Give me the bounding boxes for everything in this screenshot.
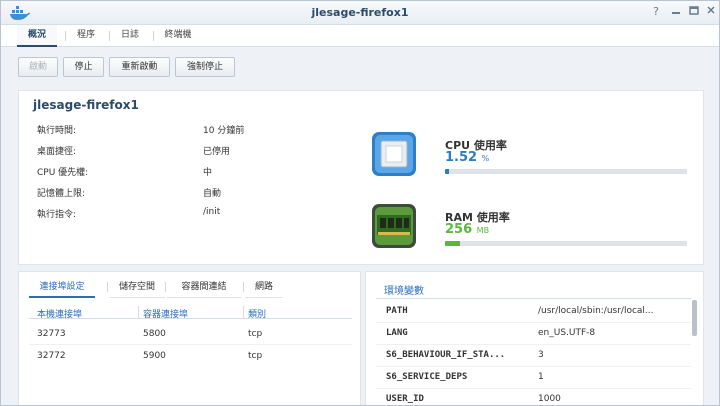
- main-tabs: 概況 程序 日誌 終端機: [1, 25, 719, 47]
- restart-button[interactable]: 重新啟動: [109, 57, 170, 77]
- container-port-cell: 5800: [143, 329, 166, 339]
- overview-panel: jlesage-firefox1 執行時間: 10 分鐘前 桌面捷徑: 已停用 …: [18, 90, 704, 265]
- env-value: 3: [538, 350, 544, 360]
- tab-port-settings[interactable]: 連接埠設定: [29, 276, 95, 298]
- env-value: /usr/local/sbin:/usr/local...: [538, 306, 654, 316]
- cpu-priority-value: 中: [203, 168, 213, 178]
- column-divider: [138, 306, 139, 319]
- env-key: S6_BEHAVIOUR_IF_STA...: [386, 350, 506, 360]
- minimize-icon[interactable]: [669, 5, 683, 19]
- port-settings-panel: 連接埠設定 儲存空間 容器間連結 網路 本機連接埠 容器連接埠 類別 32773…: [18, 271, 361, 405]
- type-cell: tcp: [248, 329, 263, 339]
- row-divider: [29, 344, 352, 345]
- cpu-usage-bar-fill: [445, 169, 449, 174]
- tab-divider: [109, 31, 110, 41]
- window-title: jlesage-firefox1: [311, 6, 409, 19]
- env-value: 1: [538, 372, 544, 382]
- tab-divider: [107, 282, 108, 292]
- tab-container-links[interactable]: 容器間連結: [167, 276, 241, 298]
- local-port-cell: 32772: [37, 351, 66, 361]
- desktop-shortcut-label: 桌面捷徑:: [37, 147, 77, 157]
- env-key: USER_ID: [386, 394, 424, 404]
- cpu-usage-value: 1.52 %: [445, 150, 490, 165]
- desktop-shortcut-value: 已停用: [203, 147, 231, 157]
- ram-module-icon: [372, 204, 416, 248]
- header-divider: [29, 318, 352, 319]
- cpu-usage-bar: [445, 169, 687, 174]
- memory-limit-label: 記憶體上限:: [37, 189, 86, 199]
- action-toolbar: 啟動 停止 重新啟動 強制停止: [1, 48, 719, 86]
- env-panel-title: 環境變數: [384, 286, 424, 297]
- container-detail-window: jlesage-firefox1 ? 概況 程序 日誌 終端機 啟動 停止 重新…: [0, 0, 720, 406]
- tab-terminal[interactable]: 終端機: [155, 25, 201, 47]
- row-divider: [376, 388, 691, 389]
- uptime-value: 10 分鐘前: [203, 126, 245, 136]
- uptime-label: 執行時間:: [37, 126, 77, 136]
- tab-logs[interactable]: 日誌: [111, 25, 149, 47]
- container-port-cell: 5900: [143, 351, 166, 361]
- env-key: PATH: [386, 306, 408, 316]
- tab-network[interactable]: 網路: [245, 276, 283, 298]
- help-icon[interactable]: ?: [649, 5, 663, 19]
- maximize-icon[interactable]: [687, 5, 701, 19]
- tab-divider: [243, 282, 244, 292]
- ram-usage-value: 256 MB: [445, 222, 490, 237]
- network-subtabs: 連接埠設定 儲存空間 容器間連結 網路: [19, 276, 360, 298]
- force-stop-button[interactable]: 強制停止: [175, 57, 235, 77]
- local-port-cell: 32773: [37, 329, 66, 339]
- container-name: jlesage-firefox1: [33, 98, 139, 112]
- command-label: 執行指令:: [37, 210, 77, 220]
- row-divider: [376, 344, 691, 345]
- command-value: /init: [203, 207, 221, 217]
- environment-variables-panel: 環境變數 PATH /usr/local/sbin:/usr/local... …: [365, 271, 704, 405]
- stop-button[interactable]: 停止: [63, 57, 104, 77]
- cpu-chip-icon: [372, 132, 416, 176]
- env-scrollbar[interactable]: [692, 300, 697, 336]
- tab-overview[interactable]: 概況: [17, 25, 57, 47]
- type-cell: tcp: [248, 351, 263, 361]
- memory-limit-value: 自動: [203, 189, 222, 199]
- ram-usage-bar-fill: [445, 241, 460, 246]
- env-key: LANG: [386, 328, 408, 338]
- tab-divider: [153, 31, 154, 41]
- title-bar[interactable]: jlesage-firefox1 ?: [1, 1, 719, 25]
- tab-divider: [65, 31, 66, 41]
- column-divider: [243, 306, 244, 319]
- tab-storage[interactable]: 儲存空間: [109, 276, 165, 298]
- env-value: 1000: [538, 394, 561, 404]
- row-divider: [376, 322, 691, 323]
- row-divider: [376, 366, 691, 367]
- env-key: S6_SERVICE_DEPS: [386, 372, 468, 382]
- tab-divider: [165, 282, 166, 292]
- env-title-divider: [376, 298, 691, 299]
- cpu-priority-label: CPU 優先權:: [37, 168, 89, 178]
- close-icon[interactable]: [704, 5, 718, 19]
- tab-processes[interactable]: 程序: [67, 25, 105, 47]
- start-button[interactable]: 啟動: [18, 57, 58, 77]
- ram-usage-bar: [445, 241, 687, 246]
- env-value: en_US.UTF-8: [538, 328, 596, 338]
